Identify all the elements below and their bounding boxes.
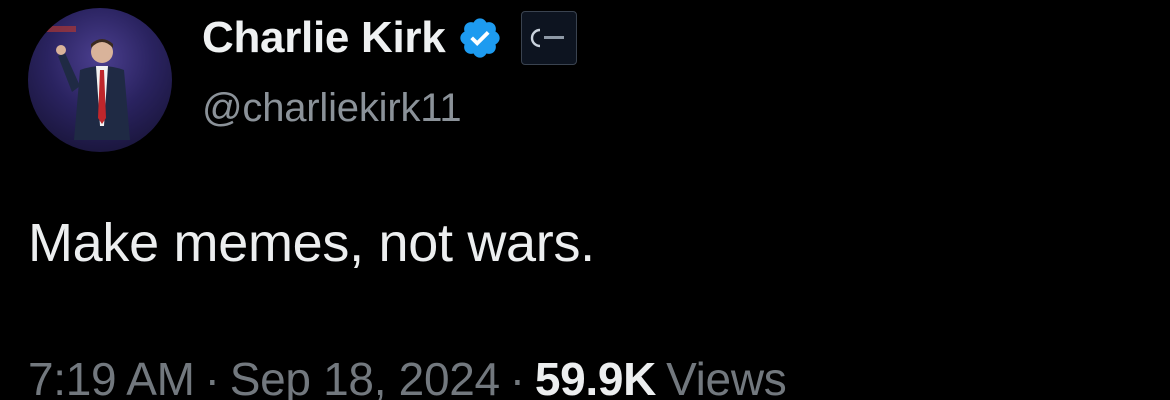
meta-separator: · — [204, 353, 220, 400]
views-label[interactable]: Views — [666, 353, 787, 400]
affiliate-org-badge-icon[interactable] — [521, 11, 578, 65]
author-handle[interactable]: @charliekirk11 — [202, 86, 462, 131]
views-count[interactable]: 59.9K — [535, 353, 657, 400]
tweet-time[interactable]: 7:19 AM — [28, 353, 195, 400]
verified-badge-icon[interactable] — [457, 15, 503, 61]
author-name-row: Charlie Kirk — [202, 10, 578, 66]
tweet-text: Make memes, not wars. — [28, 213, 595, 273]
meta-separator: · — [509, 353, 525, 400]
display-name[interactable]: Charlie Kirk — [202, 13, 446, 63]
tweet-card: Charlie Kirk @charliekirk11 Make memes, … — [0, 0, 1170, 400]
tweet-meta: 7:19 AM · Sep 18, 2024 · 59.9K Views — [28, 352, 787, 400]
tweet-date[interactable]: Sep 18, 2024 — [230, 353, 500, 400]
avatar[interactable] — [28, 8, 172, 152]
